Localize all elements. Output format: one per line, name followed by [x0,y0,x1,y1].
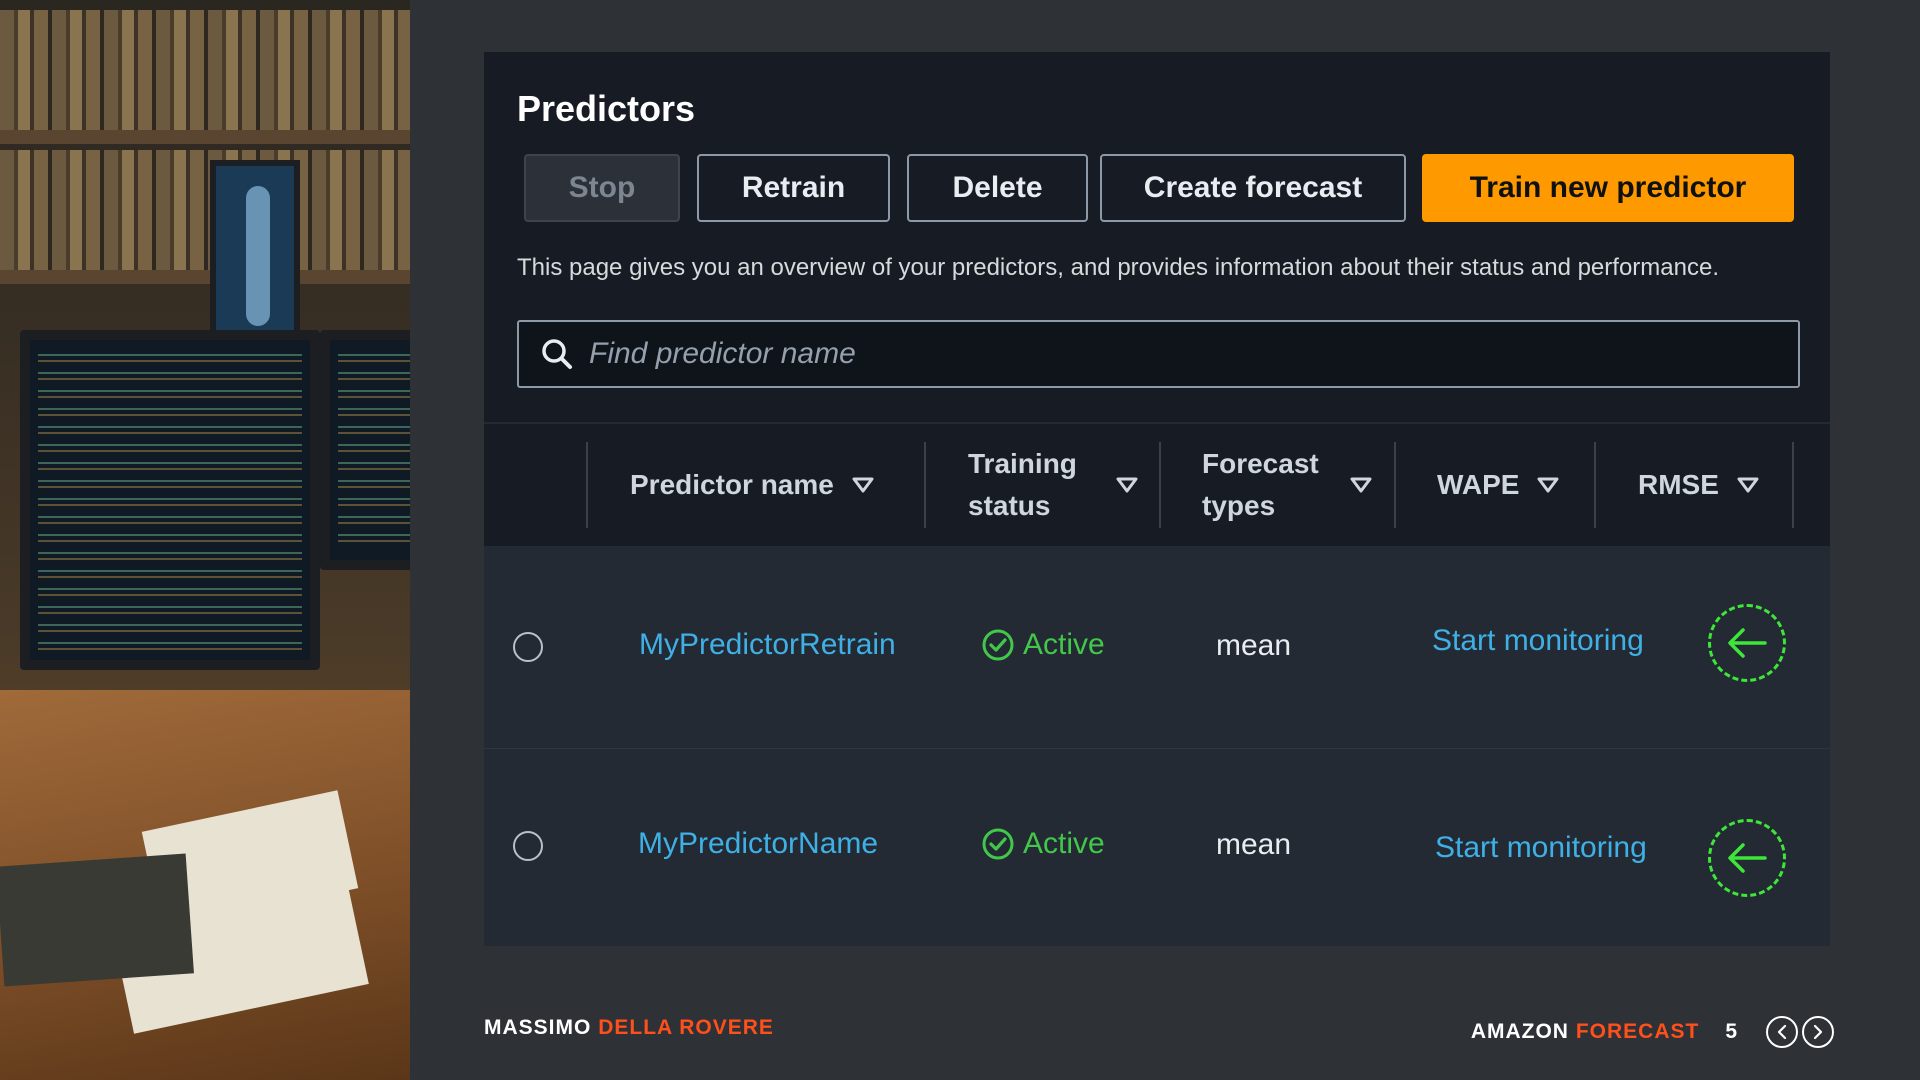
predictor-name-link[interactable]: MyPredictorName [638,827,878,861]
caret-down-icon[interactable] [1116,464,1138,506]
create-forecast-button[interactable]: Create forecast [1100,154,1406,222]
chevron-left-icon[interactable] [1766,1016,1798,1048]
column-header-predictor-name[interactable]: Predictor name [630,442,920,528]
table-row: MyPredictorName Active mean Start monito… [484,748,1830,946]
delete-button[interactable]: Delete [907,154,1088,222]
footer-product: AMAZON FORECAST 5 [1471,1016,1834,1048]
column-header-rmse[interactable]: RMSE [1638,442,1778,528]
column-header-wape[interactable]: WAPE [1437,442,1577,528]
status-badge: Active [981,628,1105,662]
column-header-forecast-types[interactable]: Forecast types [1202,442,1372,528]
background-photo [0,0,410,1080]
arrow-left-icon [1708,604,1786,682]
table-header: Predictor name Training status Forecast … [484,424,1830,546]
chevron-right-icon[interactable] [1802,1016,1834,1048]
predictor-name-link[interactable]: MyPredictorRetrain [639,628,896,662]
train-new-predictor-button[interactable]: Train new predictor [1422,154,1794,222]
search-box[interactable] [517,320,1800,388]
column-header-training-status[interactable]: Training status [968,442,1138,528]
page-description: This page gives you an overview of your … [517,254,1719,281]
search-icon [525,322,589,386]
table-row: MyPredictorRetrain Active mean Start mon… [484,548,1830,746]
arrow-left-icon [1708,819,1786,897]
status-badge: Active [981,827,1105,861]
start-monitoring-link[interactable]: Start monitoring [1432,624,1644,658]
forecast-type-value: mean [1216,828,1292,861]
stop-button[interactable]: Stop [524,154,680,222]
panel-header: Predictors Stop Retrain Delete Create fo… [484,52,1830,422]
caret-down-icon[interactable] [1537,464,1559,506]
check-circle-icon [982,828,1014,860]
search-input[interactable] [589,337,1798,371]
start-monitoring-link[interactable]: Start monitoring [1435,831,1647,865]
caret-down-icon[interactable] [1737,464,1759,506]
page-number: 5 [1725,1020,1738,1043]
retrain-button[interactable]: Retrain [697,154,890,222]
row-select-radio[interactable] [513,632,543,662]
forecast-type-value: mean [1216,629,1292,662]
page-title: Predictors [517,88,696,129]
caret-down-icon[interactable] [852,464,874,506]
footer-author: MASSIMO DELLA ROVERE [484,1016,774,1039]
check-circle-icon [982,629,1014,661]
predictors-panel: Predictors Stop Retrain Delete Create fo… [484,52,1830,946]
row-select-radio[interactable] [513,831,543,861]
caret-down-icon[interactable] [1350,464,1372,506]
